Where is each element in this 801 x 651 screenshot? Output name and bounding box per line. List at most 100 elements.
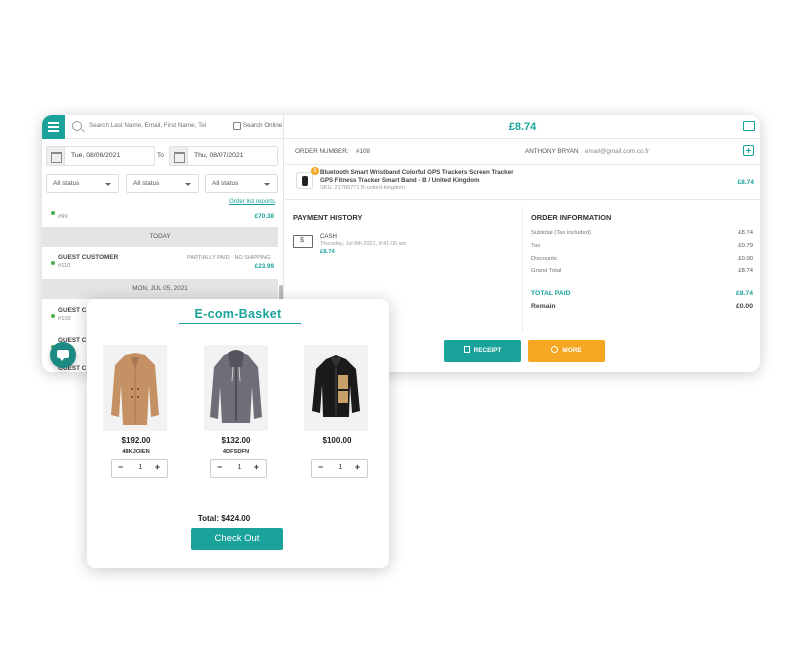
info-row-tax: Tax £0.79 — [531, 243, 753, 249]
cash-icon: $ — [293, 235, 313, 248]
receipt-button[interactable]: RECEIPT — [444, 340, 521, 362]
increment-button[interactable]: + — [355, 462, 360, 472]
grey-parka-image — [204, 345, 268, 431]
status-select-3[interactable]: All status — [205, 174, 278, 193]
status-select-1[interactable]: All status — [46, 174, 119, 193]
remain-label: Remain — [531, 303, 556, 310]
date-from-field[interactable]: Tue, 08/06/2021 — [46, 146, 155, 166]
date-from-value: Tue, 08/06/2021 — [71, 152, 121, 159]
info-value: £0.00 — [738, 256, 753, 262]
quantity-badge: 1 — [311, 167, 319, 175]
to-label: To — [157, 152, 164, 159]
add-customer-button[interactable] — [743, 145, 754, 156]
order-number-label: ORDER NUMBER: — [295, 148, 349, 155]
receipt-icon — [463, 346, 470, 353]
smartwatch-icon — [296, 172, 313, 189]
info-value: £0.79 — [738, 243, 753, 249]
order-number: #102 — [58, 316, 71, 322]
title-underline — [179, 323, 301, 324]
info-row-discounts: Discounts £0.00 — [531, 256, 753, 262]
item-code: 4DFSDFN — [222, 449, 250, 455]
status-dot — [51, 314, 55, 318]
camel-coat-image — [103, 345, 167, 431]
order-number: #110 — [58, 263, 71, 269]
date-to-field[interactable]: Thu, 08/07/2021 — [169, 146, 278, 166]
basket-title: E-com-Basket — [194, 307, 282, 321]
search-online-label: Search Online — [243, 122, 283, 129]
divider — [285, 164, 760, 165]
info-label: Subtotal (Tax included) — [531, 230, 591, 236]
info-value: £8.74 — [738, 230, 753, 236]
status-select-value: All status — [53, 180, 80, 187]
payment-history-title: PAYMENT HISTORY — [293, 213, 363, 222]
list-item[interactable]: GUEST CUSTOMER #110 PARTIALLY PAID · NO … — [42, 249, 278, 279]
chevron-down-icon — [105, 183, 111, 186]
quantity-value: 1 — [338, 464, 343, 471]
ecom-basket-card: E-com-Basket $192.00 48KJOIEN − 1 + $132… — [87, 299, 389, 568]
customer-email: email@gmail.com.co.fr — [585, 148, 650, 155]
cash-register-icon[interactable] — [743, 121, 755, 131]
quantity-stepper[interactable]: − 1 + — [311, 459, 368, 478]
customer-name: ANTHONY BRYAN — [525, 148, 579, 155]
chevron-down-icon — [264, 183, 270, 186]
info-row-subtotal: Subtotal (Tax included) £8.74 — [531, 230, 753, 236]
info-label: Grand Total — [531, 268, 562, 274]
item-price: $100.00 — [322, 436, 352, 445]
chevron-down-icon — [185, 183, 191, 186]
product-sku: SKU: 21769771 B-united-kingdom — [320, 185, 405, 191]
item-price: $132.00 — [221, 436, 251, 445]
black-jacket-image — [304, 345, 368, 431]
calendar-icon — [170, 147, 188, 165]
checkout-button[interactable]: Check Out — [191, 528, 283, 550]
product-title-line2: GPS Fitness Tracker Smart Band - B / Uni… — [320, 177, 480, 184]
payment-date: Thursday, Jul 8th 2021, 9:41:00 am — [320, 241, 407, 247]
status-select-2[interactable]: All status — [126, 174, 199, 193]
info-label: Discounts — [531, 256, 557, 262]
product-title-line1: Bluetooth Smart Wristband Colorful GPS T… — [320, 169, 514, 176]
info-value: £8.74 — [738, 268, 753, 274]
more-icon — [551, 346, 559, 353]
total-paid-row: TOTAL PAID £8.74 — [531, 290, 753, 297]
menu-icon[interactable] — [42, 115, 65, 139]
remain-row: Remain £0.00 — [531, 303, 753, 310]
product-price: £8.74 — [737, 179, 754, 186]
search-input[interactable] — [89, 122, 214, 129]
order-total-header: £8.74 — [285, 115, 760, 139]
order-information-title: ORDER INFORMATION — [531, 213, 612, 222]
total-paid-value: £8.74 — [735, 290, 753, 297]
more-button[interactable]: MORE — [528, 340, 605, 362]
chat-icon[interactable] — [50, 342, 76, 368]
total-paid-label: TOTAL PAID — [531, 290, 571, 297]
divider — [285, 199, 760, 200]
list-item[interactable]: #99 £70.38 — [42, 207, 278, 225]
status-select-value: All status — [133, 180, 160, 187]
divider — [522, 207, 523, 332]
increment-button[interactable]: + — [155, 462, 160, 472]
search-online-checkbox[interactable] — [233, 122, 241, 130]
quantity-value: 1 — [138, 464, 143, 471]
increment-button[interactable]: + — [254, 462, 259, 472]
payment-method: CASH — [320, 233, 337, 240]
order-amount: £70.38 — [254, 213, 274, 220]
status-select-value: All status — [212, 180, 239, 187]
search-bar: Search Online — [42, 115, 284, 139]
receipt-label: RECEIPT — [473, 347, 502, 354]
order-list-reports-link[interactable]: Order list reports — [229, 198, 275, 205]
quantity-stepper[interactable]: − 1 + — [111, 459, 168, 478]
date-to-value: Thu, 08/07/2021 — [194, 152, 244, 159]
item-price: $192.00 — [121, 436, 151, 445]
info-label: Tax — [531, 243, 541, 249]
order-number: #108 — [356, 148, 371, 155]
order-number: #99 — [58, 214, 68, 220]
calendar-icon — [47, 147, 65, 165]
order-amount: £23.99 — [254, 263, 274, 270]
quantity-stepper[interactable]: − 1 + — [210, 459, 267, 478]
quantity-value: 1 — [237, 464, 242, 471]
item-code: 48KJOIEN — [122, 449, 150, 455]
order-status: PARTIALLY PAID · NO SHIPPING — [187, 255, 271, 261]
remain-value: £0.00 — [735, 303, 753, 310]
basket-total: Total: $424.00 — [197, 514, 251, 523]
customer-name: GUEST CUSTOMER — [58, 254, 119, 261]
more-label: MORE — [562, 347, 582, 354]
customer-name: GUEST C — [58, 307, 87, 314]
